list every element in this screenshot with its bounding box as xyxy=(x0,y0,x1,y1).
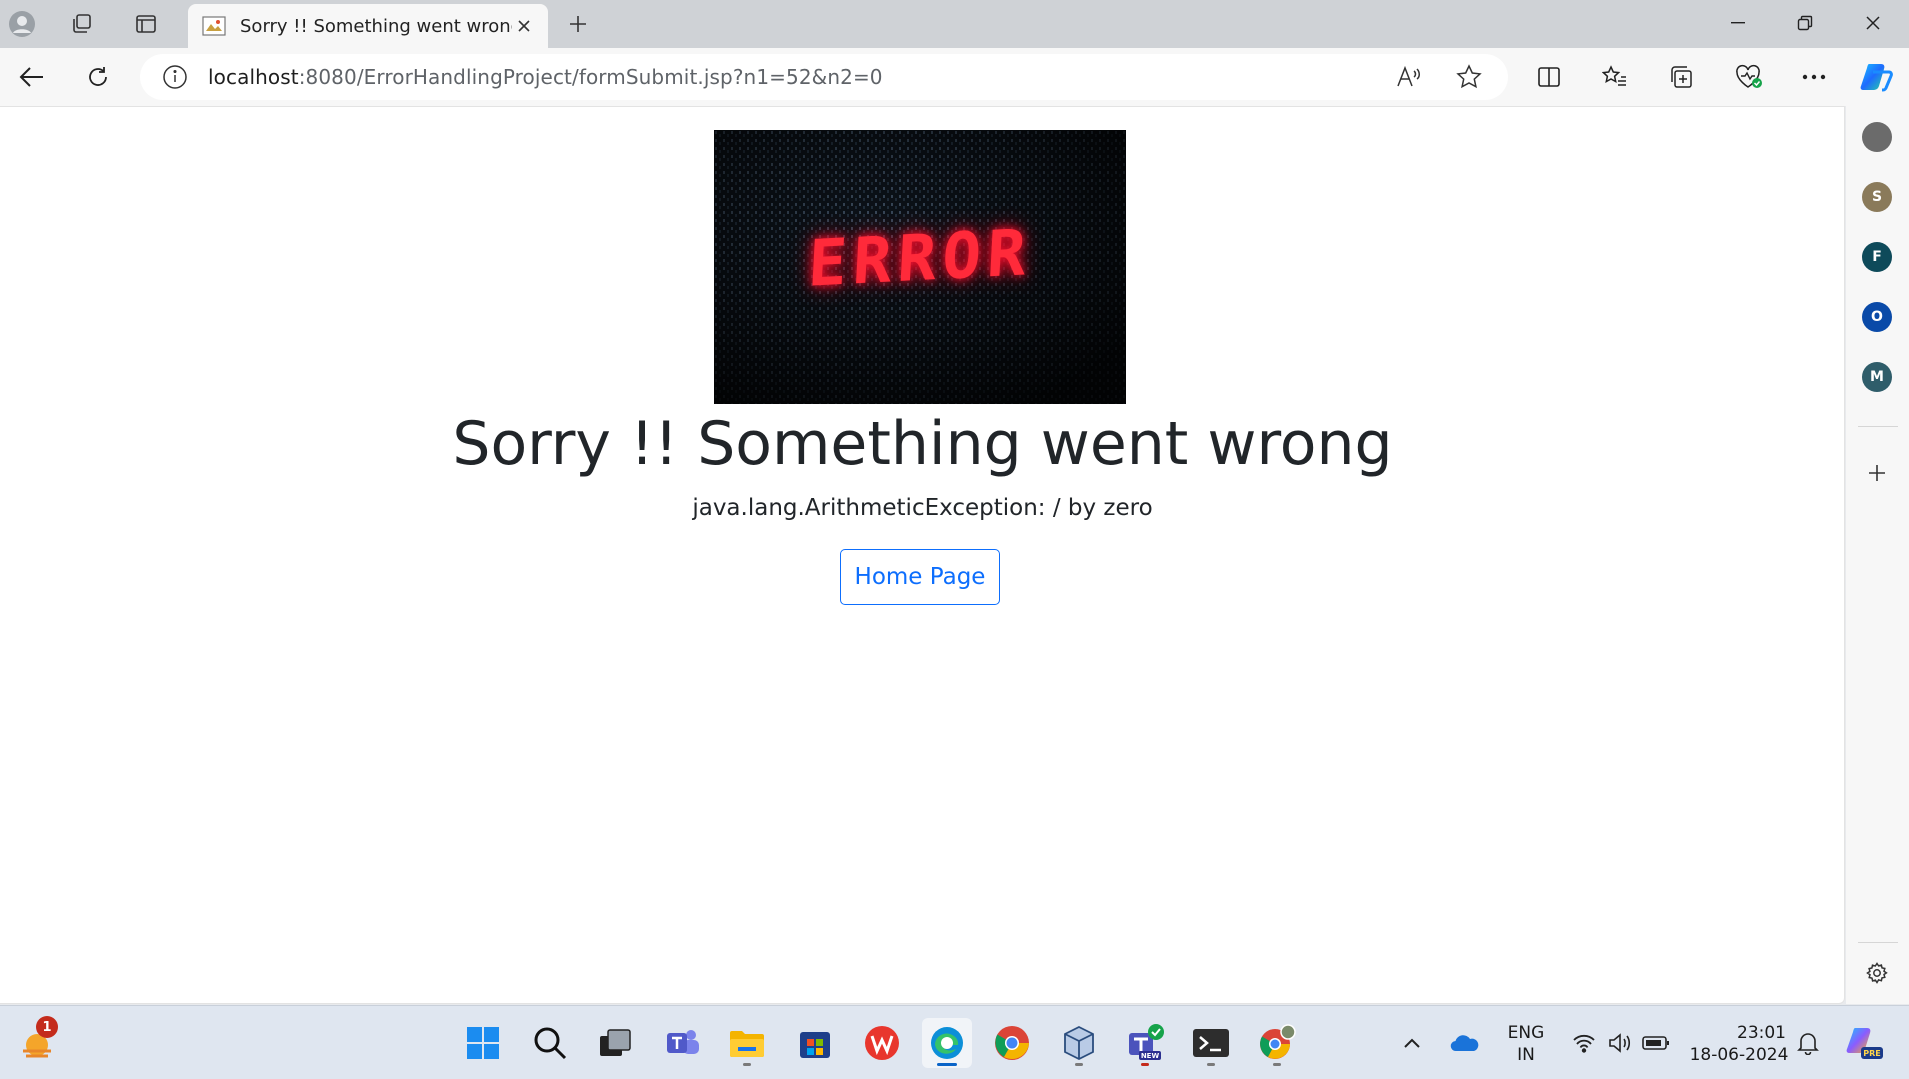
weather-widget-icon[interactable]: 1 xyxy=(12,1016,62,1068)
tab-actions-icon[interactable] xyxy=(128,6,164,42)
workspaces-icon[interactable] xyxy=(64,6,100,42)
active-tab[interactable]: Sorry !! Something went wrong... xyxy=(188,4,548,48)
file-explorer-running-indicator xyxy=(743,1063,751,1066)
read-aloud-icon[interactable] xyxy=(1390,58,1428,96)
url-host: localhost xyxy=(208,65,299,89)
battery-icon[interactable] xyxy=(1638,1018,1674,1068)
more-options-icon[interactable] xyxy=(1794,58,1834,96)
sidebar-app-4-letter: O xyxy=(1871,309,1883,325)
title-bar: Sorry !! Something went wrong... xyxy=(0,0,1909,48)
sidebar-app-2-letter: S xyxy=(1871,189,1883,205)
region-code: IN xyxy=(1517,1045,1535,1065)
language-code: ENG xyxy=(1507,1023,1545,1043)
copilot-badge-text: PRE xyxy=(1863,1049,1881,1058)
clock[interactable]: 23:01 18-06-2024 xyxy=(1684,1022,1794,1066)
new-tab-button[interactable] xyxy=(558,6,598,42)
virtualbox-icon[interactable] xyxy=(1054,1018,1104,1068)
refresh-icon[interactable] xyxy=(78,58,118,96)
sidebar-app-3-letter: F xyxy=(1872,249,1882,265)
url-path: :8080/ErrorHandlingProject/formSubmit.js… xyxy=(298,65,883,89)
tab-title: Sorry !! Something went wrong... xyxy=(240,15,512,37)
sidebar-app-2[interactable]: S xyxy=(1862,182,1892,212)
collections-icon[interactable] xyxy=(1662,58,1702,96)
error-message: java.lang.ArithmeticException: / by zero xyxy=(692,495,1153,521)
browser-essentials-icon[interactable] xyxy=(1729,58,1769,96)
chrome-profile-icon[interactable] xyxy=(1252,1018,1302,1068)
close-window-icon[interactable] xyxy=(1840,0,1906,46)
task-view-icon[interactable] xyxy=(590,1018,640,1068)
windows-taskbar: 1 NEW ENG IN 23:01 18-06-2024 PRE xyxy=(0,1005,1909,1079)
chrome-profile-running-indicator xyxy=(1273,1063,1281,1066)
sidebar-app-4[interactable]: O xyxy=(1862,302,1892,332)
sidebar-add-icon[interactable] xyxy=(1862,458,1892,488)
terminal-running-indicator xyxy=(1207,1063,1215,1066)
notification-bell-icon[interactable] xyxy=(1790,1018,1826,1068)
tab-close-icon[interactable] xyxy=(512,14,536,38)
svg-text:NEW: NEW xyxy=(1141,1052,1160,1060)
profile-icon[interactable] xyxy=(4,6,40,42)
error-image: ERROR xyxy=(714,130,1126,404)
site-info-icon[interactable] xyxy=(162,64,188,90)
favorites-icon[interactable] xyxy=(1595,58,1635,96)
onedrive-icon[interactable] xyxy=(1443,1018,1487,1068)
terminal-icon[interactable] xyxy=(1186,1018,1236,1068)
clock-time: 23:01 xyxy=(1737,1023,1786,1043)
teams-running-indicator xyxy=(1141,1063,1149,1066)
favorite-star-icon[interactable] xyxy=(1450,58,1488,96)
search-icon[interactable] xyxy=(525,1018,575,1068)
volume-icon[interactable] xyxy=(1602,1018,1638,1068)
edge-sidebar: S F O M xyxy=(1846,106,1909,1004)
chrome-icon[interactable] xyxy=(987,1018,1037,1068)
file-explorer-icon[interactable] xyxy=(722,1018,772,1068)
back-icon[interactable] xyxy=(12,58,52,96)
sidebar-app-5-letter: M xyxy=(1870,369,1884,385)
sidebar-divider-bottom xyxy=(1858,942,1898,943)
weather-badge: 1 xyxy=(36,1016,58,1038)
clock-date: 18-06-2024 xyxy=(1689,1045,1789,1065)
wps-office-icon[interactable] xyxy=(857,1018,907,1068)
sidebar-app-3[interactable]: F xyxy=(1862,242,1892,272)
edge-running-indicator xyxy=(937,1063,957,1066)
wifi-icon[interactable] xyxy=(1566,1018,1602,1068)
split-screen-icon[interactable] xyxy=(1529,58,1569,96)
edge-taskbar-icon[interactable] xyxy=(922,1018,972,1068)
sidebar-divider xyxy=(1858,426,1898,427)
url-text[interactable]: localhost:8080/ErrorHandlingProject/form… xyxy=(208,65,883,89)
microsoft-store-icon[interactable] xyxy=(790,1018,840,1068)
language-indicator[interactable]: ENG IN xyxy=(1500,1022,1552,1066)
home-page-button[interactable]: Home Page xyxy=(840,549,1000,605)
page-title: Sorry !! Something went wrong xyxy=(452,409,1393,479)
minimize-icon[interactable] xyxy=(1705,0,1771,46)
favicon-icon xyxy=(202,14,226,38)
browser-toolbar: localhost:8080/ErrorHandlingProject/form… xyxy=(0,48,1909,106)
teams-chat-icon[interactable] xyxy=(658,1018,708,1068)
start-icon[interactable] xyxy=(458,1018,508,1068)
show-hidden-icons-chevron-up-icon[interactable] xyxy=(1395,1018,1429,1068)
restore-icon[interactable] xyxy=(1772,0,1838,46)
sidebar-app-5[interactable]: M xyxy=(1862,362,1892,392)
copilot-icon[interactable] xyxy=(1856,58,1896,96)
virtualbox-running-indicator xyxy=(1075,1063,1083,1066)
copilot-taskbar-icon[interactable]: PRE xyxy=(1840,1018,1890,1068)
address-bar[interactable]: localhost:8080/ErrorHandlingProject/form… xyxy=(140,54,1508,100)
teams-new-icon[interactable]: NEW xyxy=(1120,1018,1170,1068)
sidebar-settings-icon[interactable] xyxy=(1862,958,1892,988)
page-viewport: ERROR Sorry !! Something went wrong java… xyxy=(0,106,1845,1004)
sidebar-app-1[interactable] xyxy=(1862,122,1892,152)
